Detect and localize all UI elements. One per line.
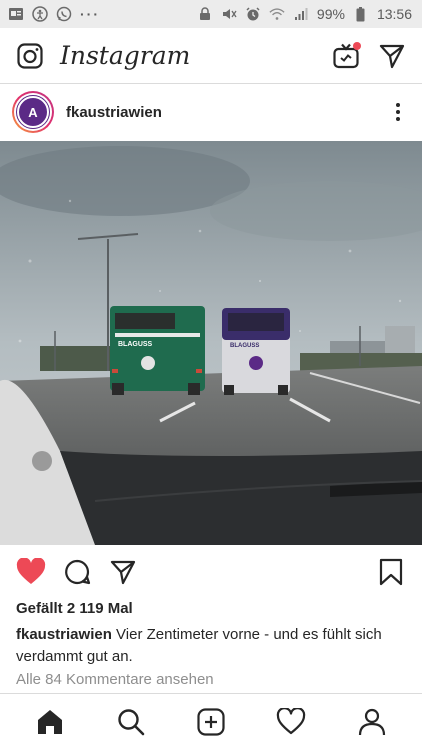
left-bus-brand: BLAGUSS [118, 341, 153, 348]
more-options-icon[interactable] [386, 100, 410, 124]
post-image[interactable]: BLAGUSS BLAGUSS [0, 141, 422, 545]
contacts-icon [8, 7, 24, 21]
post-caption: fkaustriawien Vier Zentimeter vorne - un… [16, 624, 408, 668]
share-icon[interactable] [106, 555, 140, 589]
status-right: 99% 13:56 [197, 6, 412, 22]
club-logo: A [16, 95, 50, 129]
status-left: ··· [8, 6, 100, 22]
battery-percent: 99% [316, 6, 345, 22]
avatar[interactable]: A [12, 91, 54, 133]
caption-username[interactable]: fkaustriawien [16, 626, 112, 643]
mute-icon [221, 7, 237, 21]
right-bus-brand: BLAGUSS [230, 343, 259, 349]
like-icon[interactable] [14, 555, 48, 589]
avatar-ring: A [14, 93, 52, 131]
lock-icon [197, 7, 213, 21]
status-bar: ··· 99% 13:56 [0, 0, 422, 28]
post-header: A fkaustriawien [0, 85, 422, 139]
camera-icon[interactable] [14, 40, 46, 72]
bottom-navigation [0, 693, 422, 750]
accessibility-icon [32, 6, 48, 22]
profile-icon[interactable] [352, 702, 392, 742]
search-icon[interactable] [111, 702, 151, 742]
home-icon[interactable] [30, 702, 70, 742]
more-notifications: ··· [80, 6, 100, 22]
activity-icon[interactable] [271, 702, 311, 742]
comment-icon[interactable] [60, 555, 94, 589]
post-actions [0, 552, 422, 592]
clock-time: 13:56 [376, 6, 412, 22]
wifi-icon [269, 7, 285, 21]
likes-count[interactable]: Gefällt 2 119 Mal [16, 600, 133, 617]
alarm-icon [245, 7, 261, 21]
igtv-notification-dot [353, 41, 361, 50]
instagram-logo: Instagram [60, 41, 191, 70]
app-header: Instagram [0, 28, 422, 84]
bookmark-icon[interactable] [374, 555, 408, 589]
igtv-icon[interactable] [330, 40, 362, 72]
post-username[interactable]: fkaustriawien [66, 104, 162, 121]
direct-message-icon[interactable] [376, 40, 408, 72]
whatsapp-icon [56, 6, 72, 22]
post-photo-illustration: BLAGUSS BLAGUSS [0, 141, 422, 545]
signal-icon [293, 7, 309, 21]
new-post-icon[interactable] [191, 702, 231, 742]
battery-icon [353, 6, 369, 21]
view-comments-link[interactable]: Alle 84 Kommentare ansehen [16, 671, 214, 688]
